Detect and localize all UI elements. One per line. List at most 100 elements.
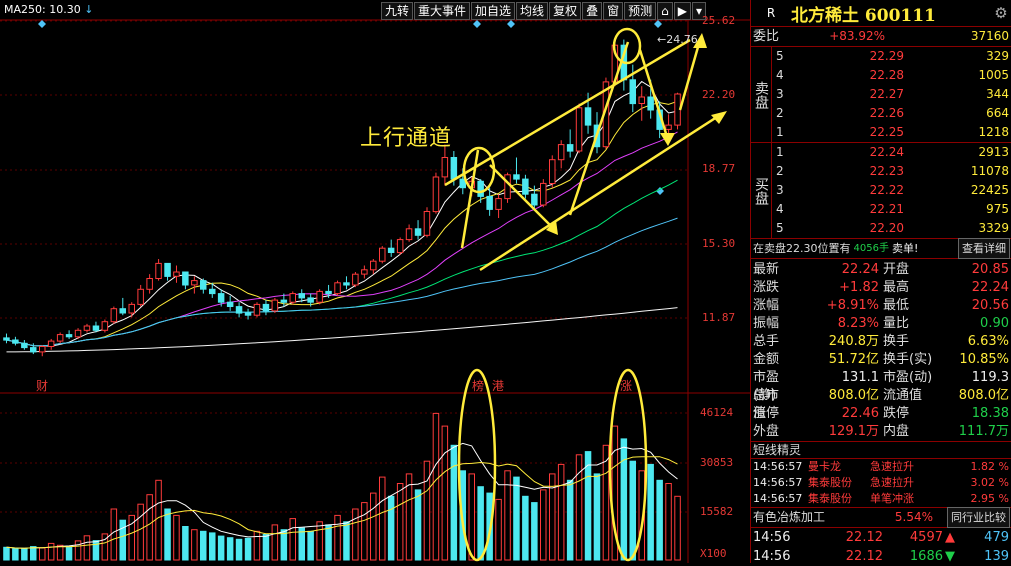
- forecast-button[interactable]: 预测: [624, 2, 657, 20]
- volume-bar: [593, 473, 601, 561]
- channel-upper-line: [444, 38, 691, 187]
- candle-body: [128, 303, 135, 314]
- volume-bar: [674, 495, 681, 561]
- candle-body: [486, 195, 493, 210]
- sprite-stock: 曼卡龙: [808, 460, 841, 473]
- sprite-item[interactable]: 14:56:57 曼卡龙 急速拉升 1.82 %: [751, 459, 1011, 475]
- buy-level-row[interactable]: 2 22.23 11078: [772, 162, 1011, 181]
- view-detail-button[interactable]: 查看详细: [958, 238, 1010, 259]
- nine-turn-button[interactable]: 九转: [381, 2, 414, 20]
- candle-body: [495, 198, 502, 210]
- candle-body: [173, 271, 180, 277]
- tick-row: 14:56 22.12 1686 ▼ 139: [751, 547, 1011, 566]
- volume-bar: [137, 503, 144, 561]
- volume-bar: [217, 535, 225, 561]
- buy-level-row[interactable]: 5 22.20 3329: [772, 219, 1011, 238]
- candle-body: [334, 282, 341, 295]
- buy-book: 买盘 1 22.24 2913 2 22.23 11078 3 22.22 22425 4 22.2…: [751, 143, 1011, 239]
- up-arrow-icon: ▲: [945, 530, 955, 545]
- industry-name[interactable]: 有色冶炼加工: [751, 508, 873, 527]
- event-marker-finance[interactable]: 财: [36, 377, 48, 394]
- volume-bar: [3, 546, 10, 561]
- volume-bar: [405, 473, 413, 561]
- play-icon[interactable]: ▶: [673, 2, 691, 20]
- quote-row: 外盘 129.1万 内盘 111.7万: [751, 423, 1011, 441]
- quote-value: 808.0亿: [828, 388, 879, 403]
- sprite-item[interactable]: 14:56:57 集泰股份 单笔冲涨 2.95 %: [751, 491, 1011, 507]
- quote-key: 外盘: [753, 424, 780, 439]
- candle-body: [110, 308, 118, 323]
- quote-key: 金额: [753, 352, 780, 367]
- candle-body: [155, 262, 162, 279]
- volume-bar: [540, 489, 547, 561]
- add-watchlist-button[interactable]: 加自选: [471, 2, 516, 20]
- adjust-button[interactable]: 复权: [549, 2, 582, 20]
- buy-level: 4: [776, 202, 784, 216]
- quote-value: +8.91%: [826, 298, 879, 313]
- kline-chart-area[interactable]: MA250: 10.30 ↓ 九转 重大事件 加自选 均线 复权叠窗预测 ⌂ ▶ ▾ 25.6…: [0, 0, 750, 563]
- candle-body: [182, 271, 189, 286]
- buy-level-row[interactable]: 3 22.22 22425: [772, 181, 1011, 200]
- volume-bar: [441, 425, 449, 561]
- candle-body: [343, 282, 350, 286]
- industry-compare-button[interactable]: 同行业比较: [947, 507, 1010, 528]
- quote-row: 涨幅 +8.91% 最低 20.56: [751, 297, 1011, 315]
- kline-chart-svg[interactable]: [0, 0, 750, 563]
- volume-bar: [244, 537, 252, 561]
- event-marker-hk[interactable]: 港: [492, 377, 504, 394]
- volume-bar: [656, 479, 663, 561]
- short-sprite-list: 14:56:57 曼卡龙 急速拉升 1.82 % 14:56:57 集泰股份 急速拉升 3.0…: [751, 459, 1011, 508]
- sell-level-row[interactable]: 2 22.26 664: [772, 104, 1011, 123]
- sprite-event: 单笔冲涨: [870, 492, 914, 505]
- sprite-stock: 集泰股份: [808, 476, 852, 489]
- top-diamond-icon-2: [507, 20, 515, 28]
- moving-average-button[interactable]: 均线: [516, 2, 549, 20]
- volume-bar: [30, 546, 37, 561]
- home-icon[interactable]: ⌂: [657, 2, 673, 20]
- quote-value-2: 119.3: [971, 370, 1009, 385]
- window-button[interactable]: 窗: [603, 2, 624, 20]
- quote-value: 22.46: [841, 406, 879, 421]
- buy-volume: 2913: [978, 145, 1009, 159]
- notice-type: 卖单!: [891, 242, 919, 255]
- event-marker-list[interactable]: 榜: [472, 377, 484, 394]
- gear-icon[interactable]: ⚙: [990, 4, 1011, 22]
- buy-level: 1: [776, 145, 784, 159]
- sell-level-row[interactable]: 5 22.29 329: [772, 47, 1011, 66]
- sprite-item[interactable]: 14:56:57 集泰股份 急速拉升 3.02 %: [751, 475, 1011, 491]
- sell-level-row[interactable]: 3 22.27 344: [772, 85, 1011, 104]
- candle-body: [289, 293, 296, 303]
- volume-bar: [226, 537, 234, 561]
- price-tick-5: 11.87: [702, 311, 736, 324]
- buy-level-row[interactable]: 1 22.24 2913: [772, 143, 1011, 162]
- volume-bar: [307, 530, 314, 561]
- volume-bar: [92, 540, 100, 561]
- ma250-value: MA250: 10.30: [4, 3, 81, 16]
- quote-value: 8.23%: [837, 316, 879, 331]
- quote-value-2: 111.7万: [958, 424, 1009, 439]
- tick-count: 479: [984, 530, 1009, 545]
- volume-tick-1: 46124: [700, 406, 734, 419]
- volume-bar: [629, 460, 636, 561]
- buy-price: 22.21: [869, 202, 904, 216]
- candle-body: [280, 299, 288, 303]
- candle-body: [513, 174, 520, 180]
- volume-bar: [253, 530, 261, 561]
- tick-price: 22.12: [845, 549, 883, 564]
- stock-title: 北方稀土 600111: [791, 5, 936, 26]
- sell-level: 3: [776, 87, 784, 101]
- sell-level-row[interactable]: 1 22.25 1218: [772, 123, 1011, 142]
- volume-bar: [298, 527, 305, 561]
- buy-level-row[interactable]: 4 22.21 975: [772, 200, 1011, 219]
- tick-volume: 1686: [909, 549, 943, 564]
- overlay-button[interactable]: 叠: [582, 2, 603, 20]
- sell-level-row[interactable]: 4 22.28 1005: [772, 66, 1011, 85]
- sell-price: 22.26: [869, 106, 904, 120]
- volume-bar: [665, 483, 672, 561]
- candle-body: [549, 159, 556, 184]
- candle-body: [164, 262, 171, 277]
- quote-key-2: 最低: [883, 298, 910, 313]
- quote-value: 131.1: [841, 370, 879, 385]
- major-events-button[interactable]: 重大事件: [414, 2, 471, 20]
- event-marker-rise[interactable]: 涨: [620, 377, 632, 394]
